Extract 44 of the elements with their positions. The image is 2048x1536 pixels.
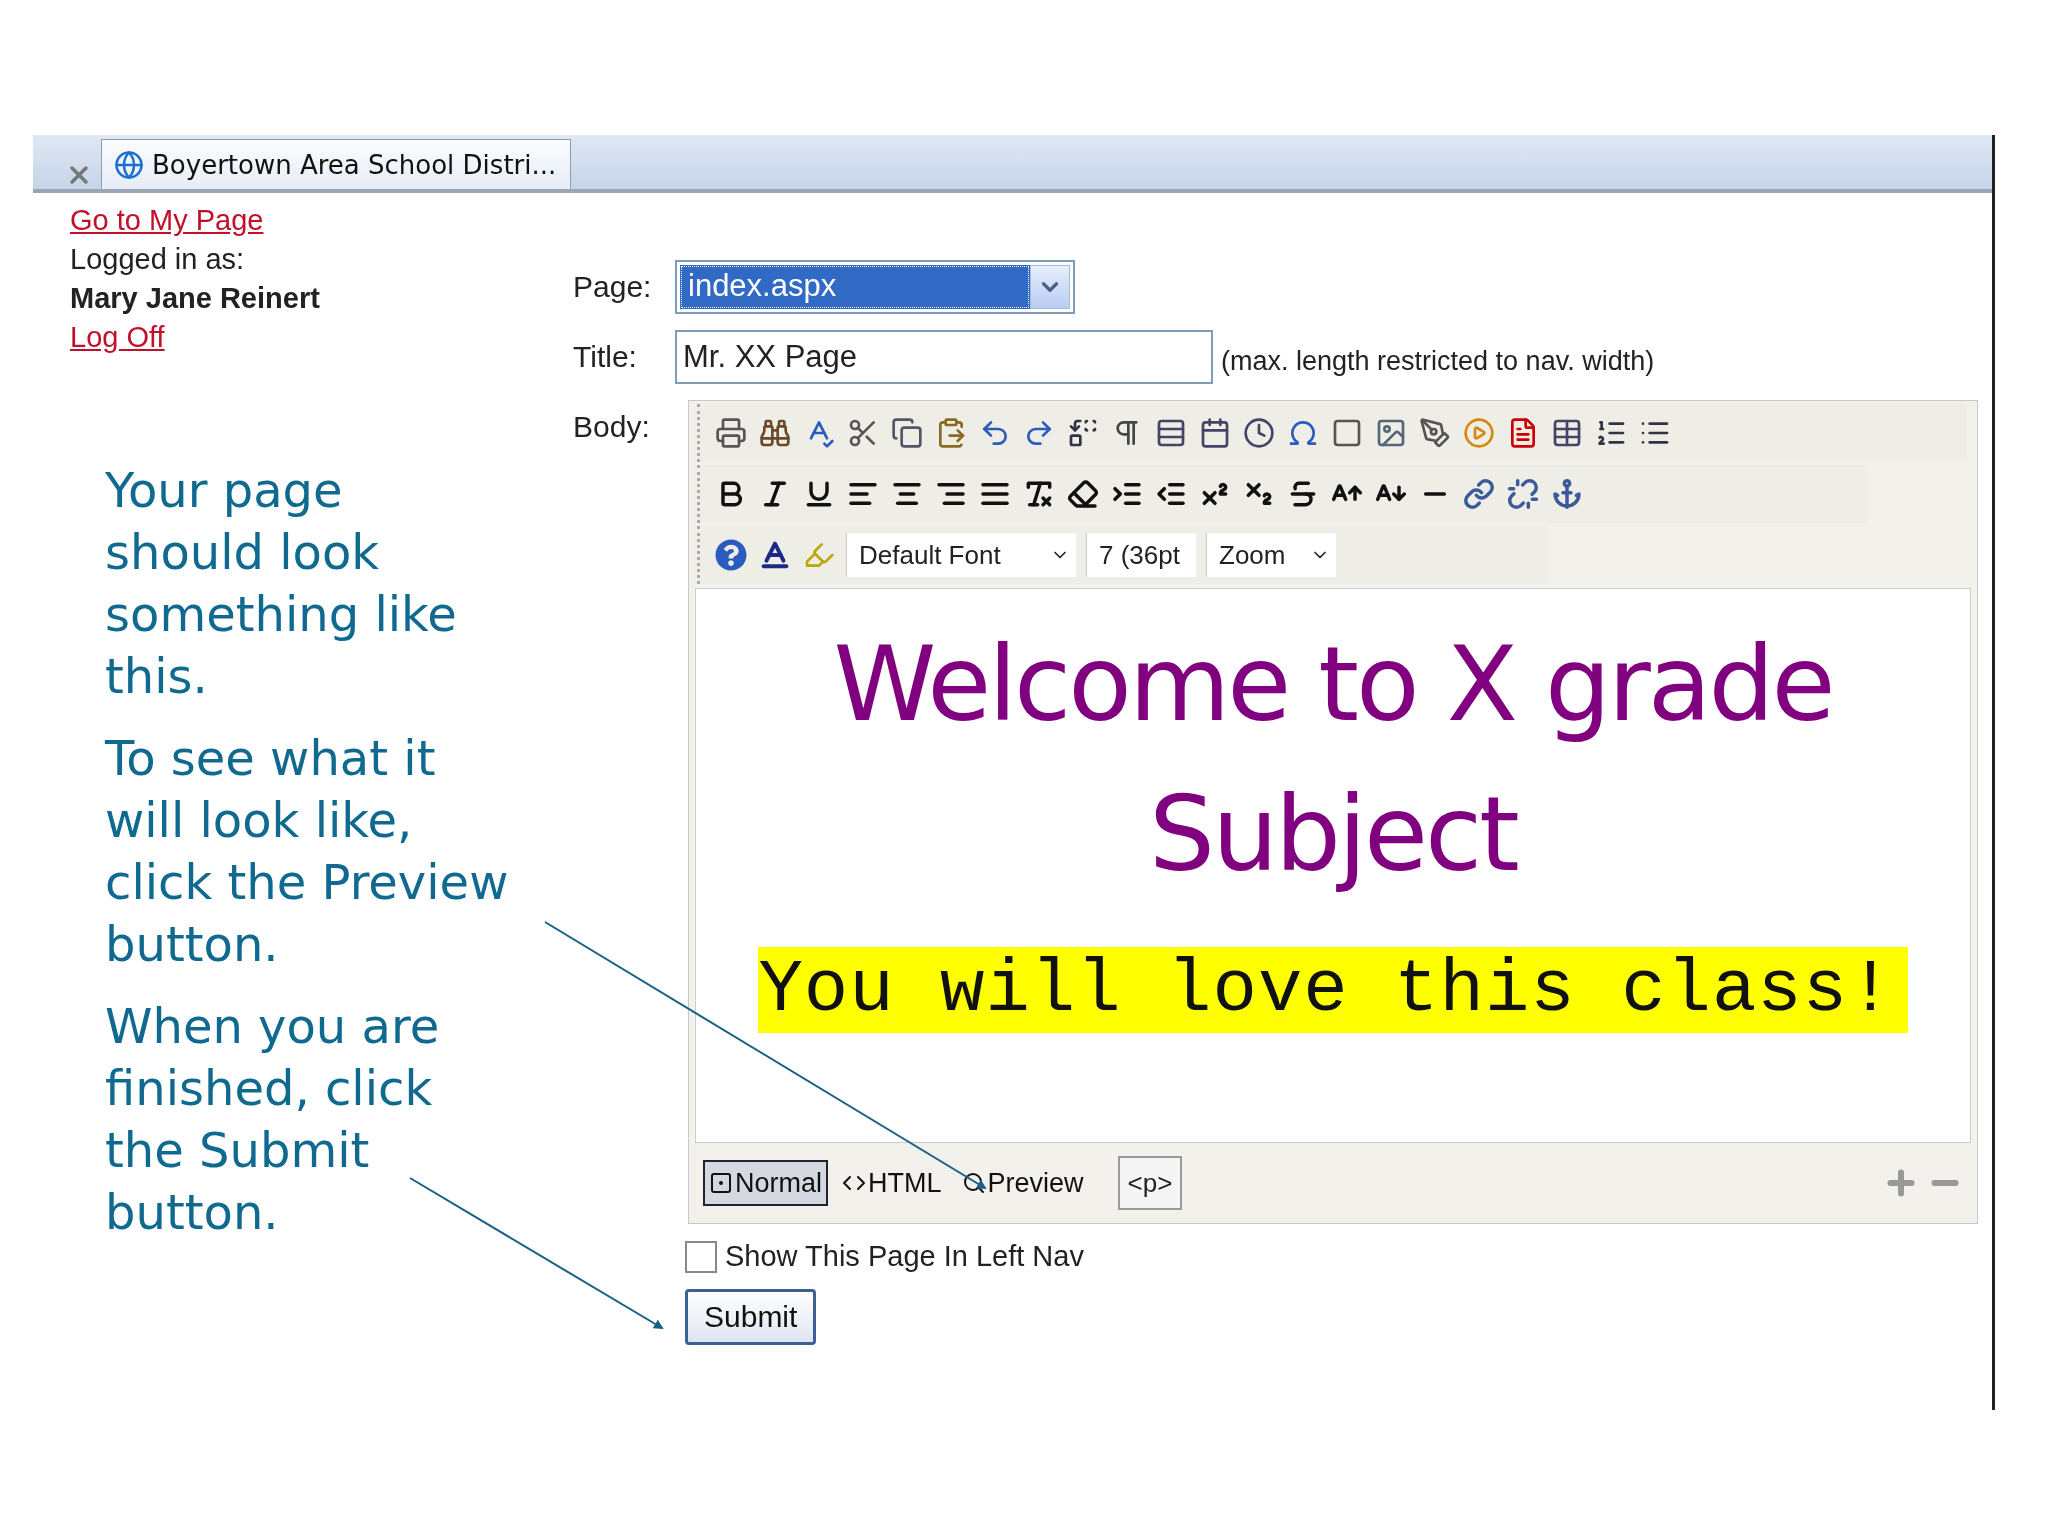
link-icon[interactable] [1463,478,1495,510]
user-name: Mary Jane Reinert [70,281,320,316]
title-hint: (max. length restricted to nav. width) [1221,344,1655,377]
instruction-text: When you are finished, click the Submit button. [105,997,441,1242]
my-page-link[interactable]: Go to My Page [70,201,264,240]
eraser-icon[interactable] [1067,478,1099,510]
mode-tab[interactable]: HTML [836,1160,948,1206]
browser-tab[interactable]: Boyertown Area School Distri... [101,139,571,189]
mode-tab[interactable]: Preview [955,1160,1090,1206]
body-label: Body: [573,409,651,445]
calendar-icon[interactable] [1199,417,1231,449]
page-label: Page: [573,269,653,305]
page-select[interactable]: index.aspx [675,260,1075,314]
binoculars-icon[interactable] [759,417,791,449]
copy-icon[interactable] [891,417,923,449]
rows-icon[interactable] [1155,417,1187,449]
search-icon [961,1171,986,1195]
log-off-link[interactable]: Log Off [70,318,165,357]
help-icon[interactable] [715,539,747,571]
zoom-select[interactable]: Zoom [1206,533,1336,577]
instruction-text: To see what it will look like, click the Preview button. [105,729,510,974]
title-field[interactable]: Mr. XX Page [675,330,1213,384]
tag-path-button[interactable]: <p> [1117,1156,1183,1210]
show-in-nav-checkbox[interactable]: Show This Page In Left Nav [685,1240,1084,1273]
title-label: Title: [573,339,638,375]
pen-icon[interactable] [1419,417,1451,449]
highlighted-text: You will love this class! [758,947,1908,1033]
mode-tab[interactable]: Normal [703,1160,828,1206]
print-icon[interactable] [715,417,747,449]
unlink-icon[interactable] [1507,478,1539,510]
instruction-text: Your page should look something like this. [105,461,458,706]
logged-in-label: Logged in as: [70,242,245,277]
size-select[interactable]: 7 (36pt [1086,533,1196,577]
normal-mode-icon [709,1171,733,1195]
page-heading: Welcome to X grade Subject [832,622,1834,897]
clock-icon[interactable] [1243,417,1275,449]
image-icon[interactable] [1375,417,1407,449]
browser-icon [114,149,144,180]
submit-button[interactable]: Submit [685,1289,817,1345]
frame-icon[interactable] [1331,417,1363,449]
replace-icon[interactable] [1067,417,1099,449]
font-select[interactable]: Default Font [846,533,1076,577]
table-icon[interactable] [1551,417,1583,449]
anchor-icon[interactable] [1551,478,1583,510]
